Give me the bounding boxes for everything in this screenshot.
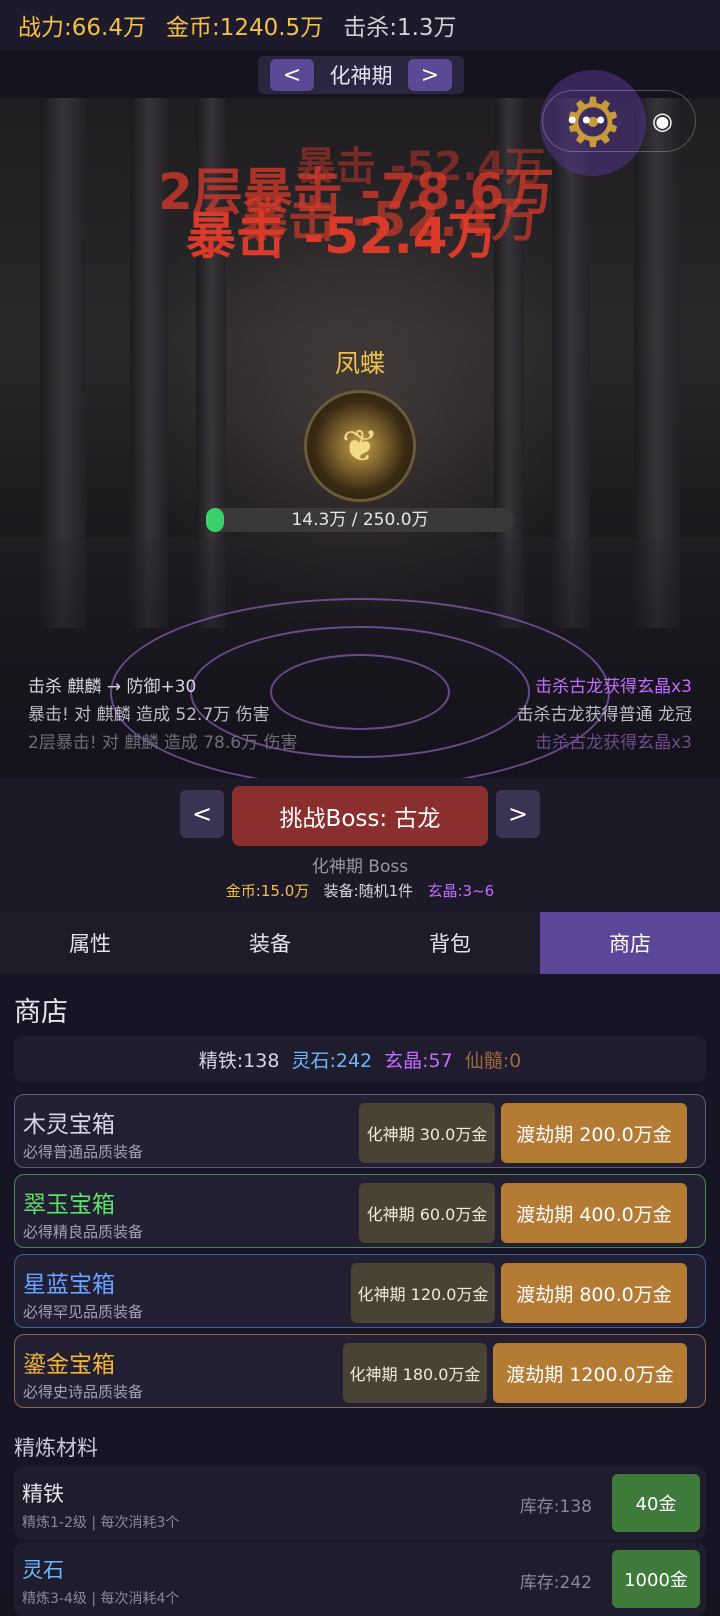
material-name: 灵石 [22,1558,64,1582]
loot-log-line: 击杀古龙获得普通 龙冠 [516,705,692,725]
buy-material-button[interactable]: 40金 [612,1474,700,1532]
tab-equipment[interactable]: 装备 [180,912,360,974]
resource-iron: 精铁:138 [198,1049,280,1072]
battle-log-line: 2层暴击! 对 麒麟 造成 78.6万 伤害 [28,733,298,753]
reward-equip: 装备:随机1件 [323,882,414,900]
next-boss-button[interactable]: > [496,790,540,838]
battle-scene: 2层暴击 -78.6万 暴击 -52.4万 暴击 -52.4万 暴击 -52.4… [0,98,720,778]
chest-desc: 必得普通品质装备 [23,1143,144,1161]
material-name: 精铁 [22,1482,64,1506]
chest-card: 鎏金宝箱 必得史诗品质装备 化神期 180.0万金 渡劫期 1200.0万金 [14,1334,706,1408]
stage-name: 化神期 [329,64,393,88]
loot-log-line: 击杀古龙获得玄晶x3 [535,677,692,697]
material-desc: 精炼3-4级 | 每次消耗4个 [22,1591,180,1607]
main-tabs: 属性 装备 背包 商店 [0,912,720,974]
material-desc: 精炼1-2级 | 每次消耗3个 [22,1515,180,1531]
boss-name: 凤蝶 [334,349,385,378]
damage-popup: 暴击 -52.4万 [296,144,546,190]
material-stock: 库存:242 [519,1573,592,1593]
tab-backpack[interactable]: 背包 [360,912,540,974]
boss-stage-label: 化神期 Boss [311,857,409,877]
stage-selector: < 化神期 > [258,56,464,94]
chest-name: 翠玉宝箱 [23,1192,115,1218]
challenge-boss-button[interactable]: 挑战Boss: 古龙 [232,786,488,846]
magic-circle [270,654,450,730]
buy-small-button[interactable]: 化神期 60.0万金 [359,1183,495,1243]
power-stat: 战力:66.4万 [18,15,146,41]
buy-material-button[interactable]: 1000金 [612,1550,700,1608]
buy-big-button[interactable]: 渡劫期 200.0万金 [501,1103,687,1163]
resource-crystal: 玄晶:57 [384,1049,453,1072]
chest-name: 鎏金宝箱 [23,1352,115,1378]
gold-stat: 金币:1240.5万 [165,15,324,41]
tab-shop[interactable]: 商店 [540,912,720,974]
shop-panel: 商店 精铁:138 灵石:242 玄晶:57 仙髓:0 木灵宝箱 必得普通品质装… [0,974,720,1616]
buy-big-button[interactable]: 渡劫期 800.0万金 [501,1263,687,1323]
chest-card: 翠玉宝箱 必得精良品质装备 化神期 60.0万金 渡劫期 400.0万金 [14,1174,706,1248]
material-stock: 库存:138 [519,1497,592,1517]
prev-boss-button[interactable]: < [180,790,224,838]
capsule-menu: ••• ◉ [542,90,696,152]
chest-name: 木灵宝箱 [23,1112,115,1138]
material-row: 灵石 精炼3-4级 | 每次消耗4个 库存:242 1000金 [14,1542,706,1616]
boss-portrait[interactable]: ❦ [304,390,416,502]
close-target-icon[interactable]: ◉ [652,107,673,135]
resource-stone: 灵石:242 [291,1049,373,1072]
stats-bar: 战力:66.4万 金币:1240.5万 击杀:1.3万 [0,0,720,50]
shop-title: 商店 [14,997,68,1028]
buy-big-button[interactable]: 渡劫期 400.0万金 [501,1183,687,1243]
buy-small-button[interactable]: 化神期 30.0万金 [359,1103,495,1163]
kills-stat: 击杀:1.3万 [343,15,457,41]
resource-bar: 精铁:138 灵石:242 玄晶:57 仙髓:0 [14,1036,706,1082]
chest-desc: 必得精良品质装备 [23,1223,144,1241]
chest-card: 木灵宝箱 必得普通品质装备 化神期 30.0万金 渡劫期 200.0万金 [14,1094,706,1168]
more-icon[interactable]: ••• [565,107,607,135]
damage-popup: 暴击 -52.4万 [186,207,498,265]
loot-log-line: 击杀古龙获得玄晶x3 [535,733,692,753]
chest-name: 星蓝宝箱 [23,1272,115,1298]
next-stage-button[interactable]: > [408,59,452,91]
butterfly-icon: ❦ [341,420,379,472]
chest-desc: 必得罕见品质装备 [23,1303,144,1321]
prev-stage-button[interactable]: < [270,59,314,91]
chest-desc: 必得史诗品质装备 [23,1383,144,1401]
battle-log-line: 击杀 麒麟 → 防御+30 [28,677,197,697]
material-row: 精铁 精炼1-2级 | 每次消耗3个 库存:138 40金 [14,1466,706,1540]
resource-marrow: 仙髓:0 [464,1049,522,1072]
buy-small-button[interactable]: 化神期 120.0万金 [351,1263,495,1323]
buy-big-button[interactable]: 渡劫期 1200.0万金 [493,1343,687,1403]
battle-log-line: 暴击! 对 麒麟 造成 52.7万 伤害 [28,705,270,725]
refine-title: 精炼材料 [14,1436,98,1460]
boss-rewards: 金币:15.0万 装备:随机1件 玄晶:3~6 [0,880,720,901]
boss-hp-bar: 14.3万 / 250.0万 [206,508,514,532]
buy-small-button[interactable]: 化神期 180.0万金 [343,1343,487,1403]
reward-crystal: 玄晶:3~6 [427,882,495,900]
boss-challenge-panel: < 挑战Boss: 古龙 > 化神期 Boss 金币:15.0万 装备:随机1件… [0,778,720,912]
hp-text: 14.3万 / 250.0万 [291,510,429,530]
chest-card: 星蓝宝箱 必得罕见品质装备 化神期 120.0万金 渡劫期 800.0万金 [14,1254,706,1328]
tab-attributes[interactable]: 属性 [0,912,180,974]
reward-gold: 金币:15.0万 [225,882,310,900]
